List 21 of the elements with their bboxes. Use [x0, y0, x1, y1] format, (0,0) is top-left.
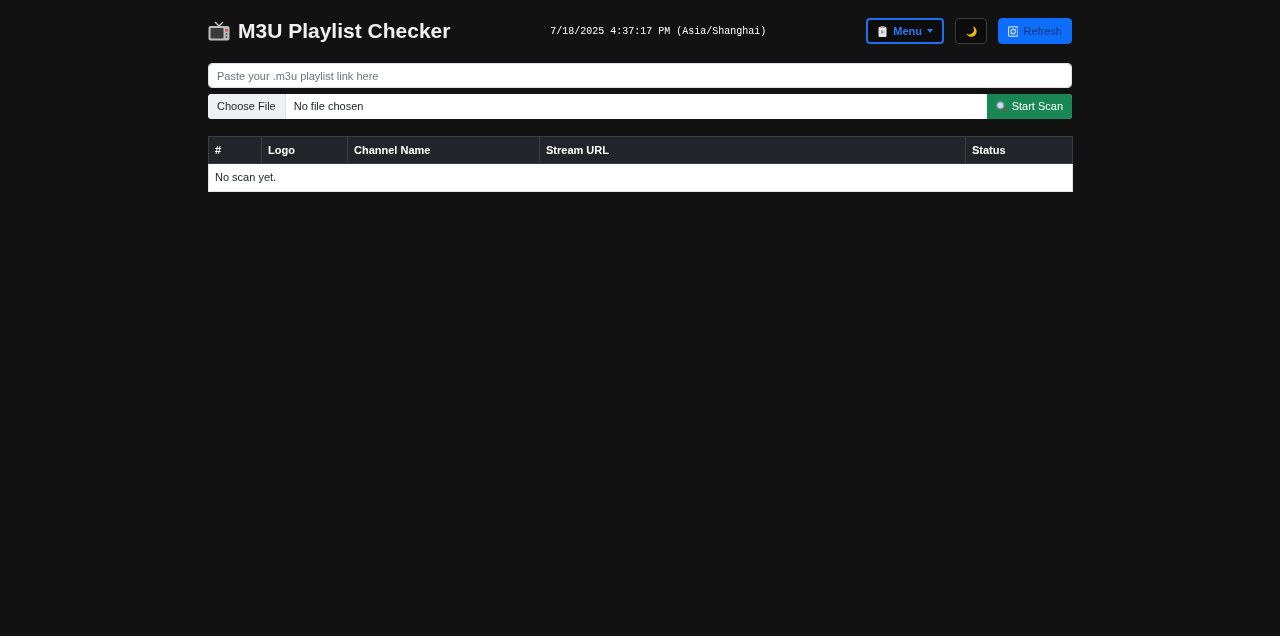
- menu-button[interactable]: Menu: [866, 18, 944, 44]
- date-time-text: 7/18/2025 4:37:17 PM (Asia/Shanghai): [550, 24, 767, 39]
- moon-icon: [965, 25, 977, 37]
- search-icon: [995, 101, 1007, 112]
- column-header: Status: [965, 136, 1073, 164]
- column-header: Logo: [261, 136, 348, 164]
- theme-toggle-button[interactable]: [955, 18, 987, 44]
- television-icon: [208, 21, 230, 41]
- caret-icon: [927, 29, 933, 33]
- empty-table-message: No scan yet.: [208, 163, 1073, 192]
- column-header: Stream URL: [539, 136, 966, 164]
- choose-file-button[interactable]: Choose File: [208, 94, 286, 119]
- start-scan-button[interactable]: Start Scan: [986, 94, 1072, 119]
- column-header: #: [208, 136, 262, 164]
- column-header: Channel Name: [347, 136, 540, 164]
- file-status-text: No file chosen: [292, 99, 365, 115]
- refresh-icon: [1008, 25, 1019, 37]
- app-title: M3U Playlist Checker: [238, 18, 451, 44]
- refresh-button[interactable]: Refresh: [998, 18, 1072, 44]
- playlist-url-field[interactable]: Paste your .m3u playlist link here: [208, 63, 1072, 88]
- clipboard-icon: [877, 25, 889, 37]
